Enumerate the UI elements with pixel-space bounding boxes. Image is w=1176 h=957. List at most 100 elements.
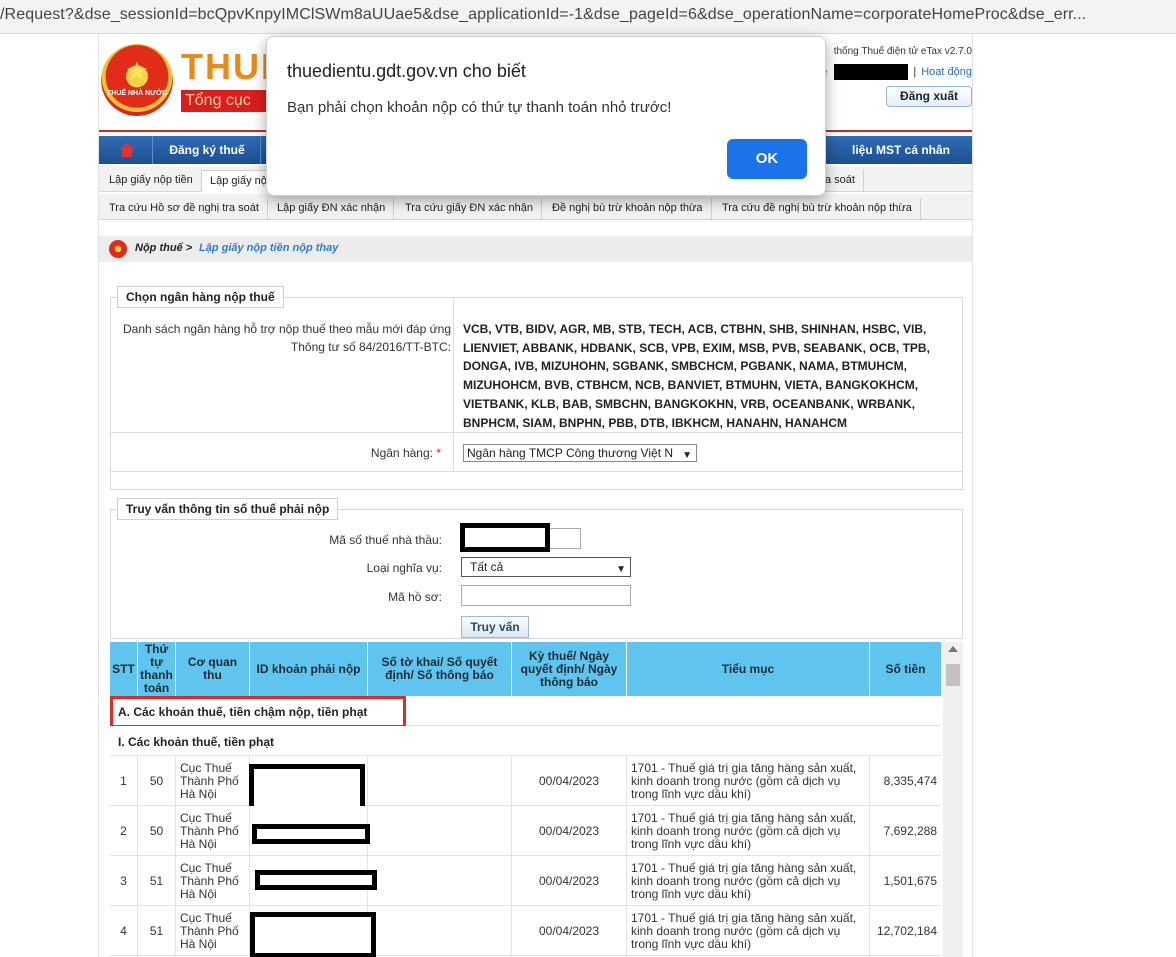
- cell-stt: 2: [110, 806, 138, 856]
- mst-label: Mã số thuế nhà thầu:: [329, 533, 442, 547]
- tab-lookup-offset-request[interactable]: Tra cứu đề nghị bù trừ khoản nộp thừa: [714, 198, 921, 220]
- payment-table: STT Thứ tự thanh toán Cơ quan thu ID kho…: [110, 642, 963, 957]
- obligation-type-value: Tất cả: [470, 560, 504, 574]
- col-agency: Cơ quan thu: [176, 642, 250, 696]
- col-period: Kỳ thuế/ Ngày quyết định/ Ngày thông báo: [512, 642, 627, 696]
- record-code-input[interactable]: [461, 585, 631, 606]
- obligation-type-select[interactable]: Tất cả ▼: [461, 557, 631, 577]
- cell-sub-item: 1701 - Thuế giá trị gia tăng hàng sản xu…: [627, 856, 870, 906]
- cell-period: 00/04/2023: [512, 756, 627, 806]
- cell-stt: 3: [110, 856, 138, 906]
- query-section-legend: Truy vấn thông tin số thuế phải nộp: [117, 498, 339, 520]
- col-order: Thứ tự thanh toán: [138, 642, 176, 696]
- nav-home[interactable]: [99, 136, 153, 164]
- tab-lookup-review-requests[interactable]: Tra cứu Hồ sơ đề nghị tra soát: [101, 198, 268, 220]
- bank-section-legend: Chọn ngân hàng nộp thuế: [117, 286, 284, 308]
- section-i-label: I. Các khoản thuế, tiền phạt: [118, 735, 275, 749]
- table-row[interactable]: 1 50 Cục Thuế Thành Phố Hà Nội 00/04/202…: [110, 756, 941, 824]
- user-info: hue | Hoạt động: [809, 64, 972, 80]
- cell-declaration-no: [368, 806, 512, 856]
- cell-stt: 1: [110, 756, 138, 806]
- col-declaration-no: Số tờ khai/ Số quyết định/ Số thông báo: [368, 642, 512, 696]
- nav-item-personal-mst[interactable]: liệu MST cá nhân: [828, 136, 972, 164]
- user-separator: |: [913, 65, 917, 78]
- tax-emblem-icon: ★ THUẾ NHÀ NƯỚC: [101, 44, 173, 116]
- col-payment-id: ID khoản phải nộp: [250, 642, 368, 696]
- scroll-thumb[interactable]: [946, 664, 960, 686]
- query-section: Truy vấn thông tin số thuế phải nộp Mã s…: [110, 498, 963, 639]
- cell-agency: Cục Thuế Thành Phố Hà Nội: [176, 806, 250, 856]
- bank-section: Chọn ngân hàng nộp thuế Danh sách ngân h…: [110, 286, 963, 490]
- cell-stt: 4: [110, 906, 138, 956]
- cell-period: 00/04/2023: [512, 906, 627, 956]
- dialog-message: Bạn phải chọn khoản nộp có thứ tự thanh …: [287, 99, 672, 116]
- redacted-id: [255, 870, 377, 890]
- cell-order: 51: [138, 856, 176, 906]
- redacted-id: [252, 824, 370, 844]
- mst-input[interactable]: [460, 523, 581, 552]
- cell-sub-item: 1701 - Thuế giá trị gia tăng hàng sản xu…: [627, 756, 870, 806]
- scroll-up-icon[interactable]: [948, 646, 958, 652]
- table-row[interactable]: 2 50 Cục Thuế Thành Phố Hà Nội 00/04/202…: [110, 806, 941, 856]
- table-scrollbar[interactable]: [943, 642, 963, 957]
- cell-period: 00/04/2023: [512, 806, 627, 856]
- obligation-type-label: Loại nghĩa vụ:: [366, 561, 442, 575]
- cell-order: 51: [138, 906, 176, 956]
- bank-list-label: Danh sách ngân hàng hỗ trợ nộp thuế theo…: [123, 322, 451, 354]
- emblem-text: THUẾ NHÀ NƯỚC: [107, 90, 167, 97]
- chevron-down-icon: ▼: [682, 450, 692, 461]
- system-info: thống Thuế điện tử eTax v2.7.0: [833, 46, 972, 57]
- tab-lookup-confirmation[interactable]: Tra cứu giấy ĐN xác nhận: [397, 198, 543, 220]
- required-mark: *: [436, 446, 441, 460]
- alert-dialog: thuedientu.gdt.gov.vn cho biết Bạn phải …: [266, 36, 826, 196]
- tab-create-payment[interactable]: Lập giấy nộp tiền: [101, 170, 202, 192]
- cell-agency: Cục Thuế Thành Phố Hà Nội: [176, 906, 250, 956]
- breadcrumb-current: Lập giấy nộp tiền nộp thay: [199, 242, 339, 254]
- redacted-mst: [460, 523, 550, 552]
- cell-payment-id: [250, 906, 376, 957]
- bank-select-row: Ngân hàng: * Ngân hàng TMCP Công thương …: [111, 434, 962, 472]
- activity-link[interactable]: Hoạt động: [921, 66, 972, 78]
- cell-payment-id: [250, 856, 377, 906]
- table-row[interactable]: 3 51 Cục Thuế Thành Phố Hà Nội 00/04/202…: [110, 856, 941, 906]
- tab-offset-request[interactable]: Đề nghị bù trừ khoản nộp thừa: [544, 198, 712, 220]
- bank-label: Ngân hàng: *: [370, 446, 441, 460]
- tab-create-confirmation[interactable]: Lập giấy ĐN xác nhận: [269, 198, 395, 220]
- browser-address-bar[interactable]: /Request?&dse_sessionId=bcQpvKnpyIMClSWm…: [0, 0, 1176, 34]
- tab-create-proxy-payment[interactable]: Lập giấy nộ: [201, 170, 276, 192]
- cell-sub-item: 1701 - Thuế giá trị gia tăng hàng sản xu…: [627, 906, 870, 956]
- sub-nav-row-2: Tra cứu Hồ sơ đề nghị tra soát Lập giấy …: [99, 194, 972, 220]
- breadcrumb-root[interactable]: Nộp thuế >: [135, 242, 192, 254]
- table-row[interactable]: 4 51 Cục Thuế Thành Phố Hà Nội 00/04/202…: [110, 906, 941, 957]
- cell-payment-id: [249, 756, 368, 824]
- col-stt: STT: [110, 642, 138, 696]
- bank-select[interactable]: Ngân hàng TMCP Công thương Việt N ▼: [463, 444, 697, 462]
- logout-button[interactable]: Đăng xuất: [886, 86, 972, 107]
- cell-declaration-no: [368, 756, 512, 806]
- cell-payment-id: [250, 806, 370, 856]
- cell-amount: 8,335,474: [883, 774, 937, 788]
- cell-order: 50: [138, 806, 176, 856]
- bank-select-value: Ngân hàng TMCP Công thương Việt N: [467, 446, 674, 460]
- table-header: STT Thứ tự thanh toán Cơ quan thu ID kho…: [110, 642, 941, 696]
- breadcrumb: Nộp thuế > Lập giấy nộp tiền nộp thay: [99, 236, 972, 262]
- cell-amount: 7,692,288: [883, 824, 937, 838]
- chevron-down-icon: ▼: [616, 564, 626, 575]
- cell-agency: Cục Thuế Thành Phố Hà Nội: [176, 756, 250, 806]
- bank-list: VCB, VTB, BIDV, AGR, MB, STB, TECH, ACB,…: [463, 322, 930, 430]
- redacted-id: [250, 912, 376, 957]
- query-button[interactable]: Truy vấn: [461, 616, 529, 638]
- section-i-row: I. Các khoản thuế, tiền phạt: [110, 726, 941, 756]
- record-code-label: Mã hồ sơ:: [388, 590, 442, 604]
- cell-sub-item: 1701 - Thuế giá trị gia tăng hàng sản xu…: [627, 806, 870, 856]
- highlight-box: [110, 696, 406, 728]
- dialog-title: thuedientu.gdt.gov.vn cho biết: [287, 61, 526, 81]
- cell-amount: 1,501,675: [883, 874, 937, 888]
- home-icon: [119, 143, 135, 157]
- bank-list-row: Danh sách ngân hàng hỗ trợ nộp thuế theo…: [111, 316, 962, 433]
- nav-item-tax-registration[interactable]: Đăng ký thuế: [154, 136, 261, 164]
- cell-declaration-no: [368, 856, 512, 906]
- redacted-username: [834, 64, 909, 80]
- dialog-ok-button[interactable]: OK: [727, 139, 807, 179]
- cell-order: 50: [138, 756, 176, 806]
